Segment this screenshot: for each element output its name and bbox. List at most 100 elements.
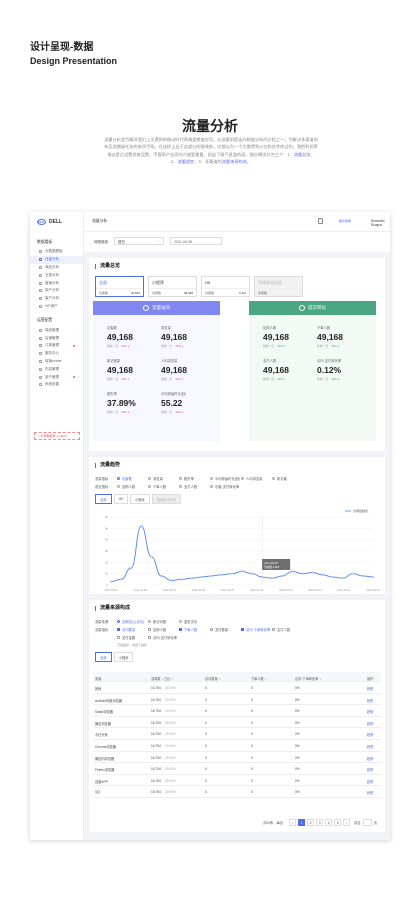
channel-tab[interactable]: 直播渠道流量 [151,494,182,504]
data-point[interactable] [311,571,314,574]
trend-link[interactable]: 趋势 [367,790,373,795]
radio-option[interactable]: 近期流入(访问) [117,619,148,624]
page-number[interactable]: 5 [334,819,342,826]
channel-tab[interactable]: 全部 [95,652,112,662]
channel-tab[interactable]: 全部 [95,494,112,504]
data-point[interactable] [200,576,203,579]
data-point[interactable] [190,577,193,580]
sidebar-item[interactable]: 大数据看板 [30,248,83,256]
data-point[interactable] [341,577,344,580]
brand-logo[interactable]: DELL DELL [30,212,83,232]
checkbox-option[interactable]: 支付数量 [210,627,241,632]
data-point[interactable] [321,573,324,576]
sidebar-item-label: 商品分析 [45,264,59,269]
radio-option[interactable]: 访客数 [117,476,148,481]
sidebar-item[interactable]: 订单管理 › [30,342,83,350]
data-point[interactable] [361,574,364,577]
sidebar-item[interactable]: 用户管理 › [30,373,83,381]
data-point[interactable] [120,578,123,581]
radio-option[interactable]: 支付人数 [179,484,210,489]
radio-option[interactable]: 访客-支付转化率 [210,484,241,489]
radio-option[interactable]: 新访问数 [148,619,179,624]
sidebar-item[interactable]: 系统设置 › [30,381,83,389]
data-point[interactable] [281,574,284,577]
checkbox-option[interactable]: 访问-支付转化率 [148,635,179,640]
data-point[interactable] [251,572,254,575]
sidebar-item[interactable]: 服务中心 › [30,350,83,358]
trend-link[interactable]: 趋势 [367,756,373,761]
notification-icon[interactable] [318,218,323,224]
trend-link[interactable]: 趋势 [367,709,373,714]
data-point[interactable] [170,579,173,582]
data-point[interactable] [291,570,294,573]
trend-link[interactable]: 趋势 [367,767,373,772]
channel-metric-tab[interactable]: H5 访客数 6.2% [201,276,250,297]
import-data-button[interactable]: + 外部数据导入 NEXT [34,432,80,440]
pager-prev[interactable]: ‹ [289,819,297,826]
channel-metric-tab[interactable]: 小程序 访客数 38,048 [148,276,197,297]
pager-next[interactable]: › [343,819,351,826]
data-point[interactable] [301,572,304,575]
data-point[interactable] [220,573,223,576]
sidebar-item[interactable]: VIP用户 [30,303,83,311]
checkbox-option[interactable]: 支付人数 [272,627,303,632]
radio-option[interactable]: 新访客 [272,476,303,481]
time-dimension-select[interactable]: 按日 ⌄ [114,237,164,245]
sidebar-item[interactable]: 内容管理 › [30,365,83,373]
data-point[interactable] [210,574,213,577]
sidebar-item[interactable]: 交易分析 [30,271,83,279]
radio-option[interactable]: 跳失率 [179,476,210,481]
data-point[interactable] [140,525,143,528]
channel-tab[interactable]: 小程序 [113,652,134,662]
data-point[interactable] [130,567,133,570]
page-number[interactable]: 2 [307,819,315,826]
sidebar-item[interactable]: 用户分析 [30,287,83,295]
radio-option[interactable]: 加购人数 [117,484,148,489]
radio-option[interactable]: 重复访问 [179,619,210,624]
checkbox-option[interactable]: 访问-下单转化率 [241,627,272,632]
channel-metric-tab[interactable]: 直播渠道流量 访客数 [254,276,303,297]
sidebar-item[interactable]: 客户分析 [30,295,83,303]
sidebar-item[interactable]: 营销分析 [30,279,83,287]
channel-metric-tab[interactable]: 全部 访客数 46,824 [95,276,144,297]
data-point[interactable] [180,578,183,581]
checkbox-option[interactable]: 加购人数 [148,627,179,632]
trend-link[interactable]: 趋势 [367,732,373,737]
trend-link[interactable]: 趋势 [367,779,373,784]
sidebar-item[interactable]: 店铺管理 › [30,334,83,342]
data-point[interactable] [150,555,153,558]
checkbox-option[interactable]: 支付金额 [117,635,148,640]
data-point[interactable] [372,576,375,579]
date-picker[interactable]: 2021-06-08 [170,237,222,245]
store-switcher[interactable]: 戴尔官网 [339,219,351,223]
sidebar-item[interactable]: 商品分析 [30,264,83,272]
data-point[interactable] [160,574,163,577]
trend-link[interactable]: 趋势 [367,686,373,691]
pager-goto-input[interactable] [362,819,372,826]
user-menu[interactable]: Kinamfio Ruapol [371,219,390,227]
page-number[interactable]: 1 [298,819,306,826]
trend-link[interactable]: 趋势 [367,698,373,703]
sidebar-item[interactable]: 商品管理 › [30,326,83,334]
radio-option[interactable]: 人均浏览量 [241,476,272,481]
checkbox-option[interactable]: 下单人数 [179,627,210,632]
trend-link[interactable]: 趋势 [367,721,373,726]
channel-tab[interactable]: H5 [113,494,128,504]
radio-option[interactable]: 浏览量 [148,476,179,481]
data-point[interactable] [331,576,334,579]
data-point[interactable] [110,580,113,583]
data-point[interactable] [351,572,354,575]
radio-option[interactable]: 平均停留时长(秒) [210,476,241,481]
checkbox-option[interactable]: 访问数量 [117,627,148,632]
trend-link[interactable]: 趋势 [367,744,373,749]
data-point[interactable] [240,570,243,573]
sidebar-item[interactable]: 促销center › [30,358,83,366]
page-number[interactable]: 3 [316,819,324,826]
channel-tab[interactable]: 小程序 [129,494,150,504]
orders-cell: 0 [251,755,253,760]
data-point[interactable] [230,572,233,575]
data-point[interactable] [271,577,274,580]
sidebar-item[interactable]: 流量分析 [30,255,83,264]
page-number[interactable]: 4 [325,819,333,826]
radio-option[interactable]: 下单人数 [148,484,179,489]
